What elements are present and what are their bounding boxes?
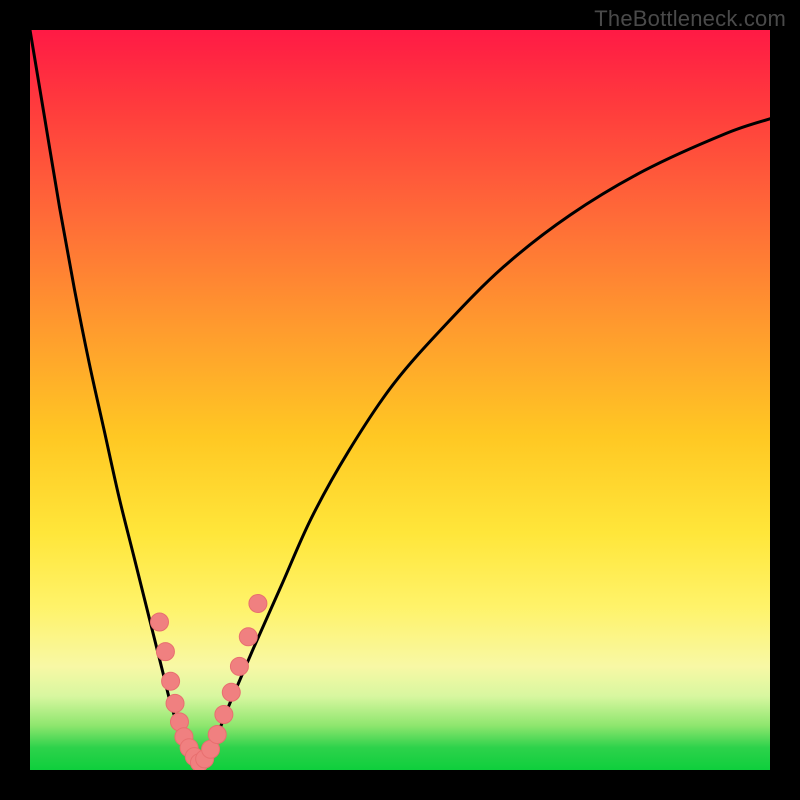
bottleneck-curve [30,30,770,770]
plot-area [30,30,770,770]
curve-layer [30,30,770,770]
marker-point [208,725,226,743]
marker-point [239,628,257,646]
watermark-text: TheBottleneck.com [594,6,786,32]
marker-point [162,672,180,690]
sample-markers [151,595,267,771]
marker-point [222,683,240,701]
marker-point [166,694,184,712]
curve-right-branch [200,119,770,770]
marker-point [215,706,233,724]
marker-point [249,595,267,613]
chart-frame: TheBottleneck.com [0,0,800,800]
marker-point [156,643,174,661]
marker-point [230,657,248,675]
curve-left-branch [30,30,200,770]
marker-point [151,613,169,631]
